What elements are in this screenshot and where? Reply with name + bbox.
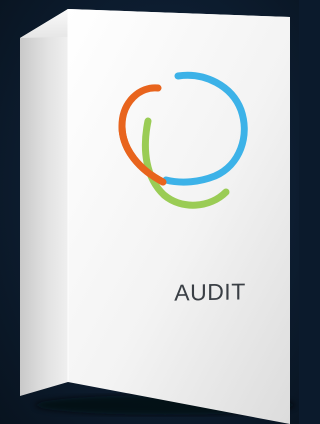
product-name: AUDIT (174, 278, 246, 306)
box-front (68, 9, 290, 424)
product-box (20, 9, 295, 424)
product-box-scene: AUDIT (0, 0, 299, 424)
box-side (20, 9, 68, 396)
